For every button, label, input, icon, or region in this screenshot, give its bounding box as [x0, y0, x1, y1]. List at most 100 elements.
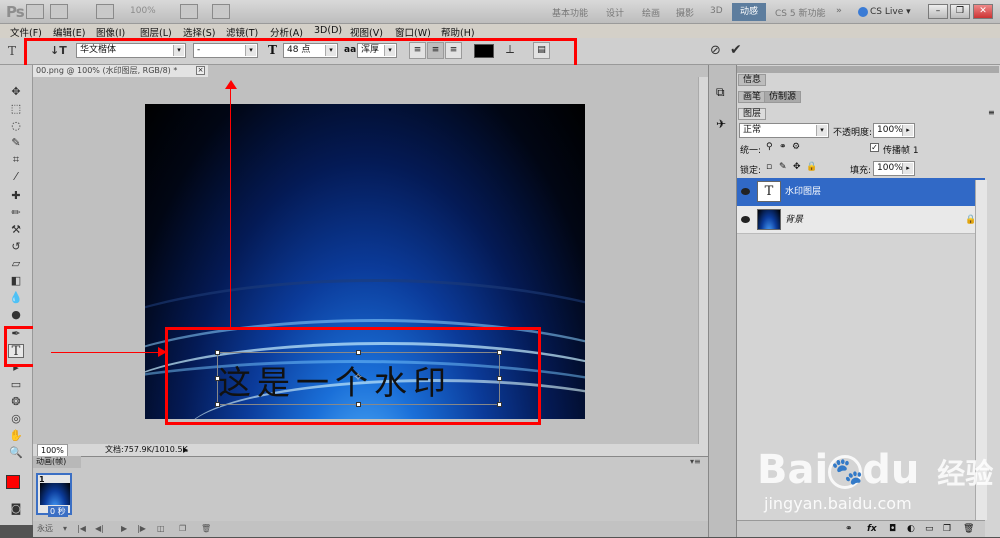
- menu-layer[interactable]: 图层(L): [140, 25, 172, 39]
- menu-edit[interactable]: 编辑(E): [53, 25, 85, 39]
- link-layers-icon[interactable]: ⚭: [845, 521, 853, 538]
- more-workspaces-icon[interactable]: »: [836, 6, 842, 16]
- loop-dropdown-icon[interactable]: ▾: [63, 521, 67, 537]
- tween-icon[interactable]: ◫: [157, 521, 165, 537]
- fill-field[interactable]: 100% ▸: [873, 161, 915, 176]
- workspace-cs5-new[interactable]: CS 5 新功能: [775, 6, 825, 19]
- close-document-icon[interactable]: ×: [196, 66, 205, 75]
- blend-mode-select[interactable]: 正常 ▾: [739, 123, 829, 138]
- duplicate-frame-icon[interactable]: ❐: [179, 521, 186, 537]
- minibridge-icon[interactable]: [50, 4, 68, 19]
- lock-transparent-icon[interactable]: ▫: [766, 162, 772, 172]
- clone-source-tab[interactable]: 仿制源: [764, 91, 802, 103]
- eyedropper-tool-icon[interactable]: ⁄: [8, 170, 24, 184]
- menu-image[interactable]: 图像(I): [96, 25, 125, 39]
- first-frame-icon[interactable]: |◀: [77, 521, 86, 537]
- unify-style-icon[interactable]: ⚙: [792, 142, 800, 152]
- lasso-tool-icon[interactable]: ◌: [8, 119, 24, 133]
- lock-position-icon[interactable]: ✥: [793, 162, 801, 172]
- workspace-painting[interactable]: 绘画: [642, 6, 660, 19]
- workspace-design[interactable]: 设计: [606, 6, 624, 19]
- foreground-color-swatch[interactable]: [6, 475, 20, 489]
- delete-layer-icon[interactable]: 🗑: [963, 521, 974, 538]
- animation-panel-menu-icon[interactable]: ▾≡: [690, 457, 701, 466]
- rectangle-tool-icon[interactable]: ▭: [8, 378, 24, 392]
- menu-filter[interactable]: 滤镜(T): [226, 25, 258, 39]
- layer-name[interactable]: 水印图层: [785, 178, 821, 206]
- doc-info[interactable]: 文档:757.9K/1010.5K: [105, 444, 188, 456]
- document-tab[interactable]: 00.png @ 100% (水印图层, RGB/8) *: [33, 65, 208, 77]
- minimize-button[interactable]: –: [928, 4, 948, 19]
- visibility-eye-icon[interactable]: [741, 188, 750, 195]
- delete-frame-icon[interactable]: 🗑: [201, 521, 211, 537]
- status-menu-arrow-icon[interactable]: ▶: [183, 444, 188, 456]
- blur-tool-icon[interactable]: 💧: [8, 291, 24, 305]
- layer-mask-icon[interactable]: ◘: [889, 521, 896, 538]
- eraser-tool-icon[interactable]: ▱: [8, 257, 24, 271]
- history-panel-icon[interactable]: ⧉: [716, 85, 725, 100]
- layer-row[interactable]: T 水印图层: [737, 178, 985, 206]
- 3d-rotate-tool-icon[interactable]: ❂: [8, 395, 24, 409]
- hand-tool-icon[interactable]: ✋: [8, 429, 24, 443]
- visibility-eye-icon[interactable]: [741, 216, 750, 223]
- tool-preset-icon[interactable]: T: [8, 44, 16, 58]
- unify-visibility-icon[interactable]: ⚭: [779, 142, 787, 152]
- unify-position-icon[interactable]: ⚲: [766, 142, 773, 152]
- next-frame-icon[interactable]: |▶: [137, 521, 146, 537]
- document-vertical-scrollbar[interactable]: [698, 77, 708, 444]
- layer-row[interactable]: 背景 🔒: [737, 206, 985, 234]
- menu-view[interactable]: 视图(V): [350, 25, 383, 39]
- new-group-icon[interactable]: ▭: [925, 521, 934, 538]
- menu-file[interactable]: 文件(F): [10, 25, 42, 39]
- menu-help[interactable]: 帮助(H): [441, 25, 475, 39]
- loop-select[interactable]: 永远: [37, 521, 53, 537]
- menu-window[interactable]: 窗口(W): [395, 25, 431, 39]
- gradient-tool-icon[interactable]: ◧: [8, 274, 24, 288]
- propagate-frame-checkbox[interactable]: ✓: [870, 143, 879, 152]
- play-icon[interactable]: ▶: [121, 521, 127, 537]
- layer-style-icon[interactable]: fx: [867, 521, 877, 538]
- layers-tab[interactable]: 图层: [738, 108, 767, 120]
- prev-frame-icon[interactable]: ◀|: [95, 521, 104, 537]
- frame-delay[interactable]: 0 秒: [48, 506, 68, 517]
- lock-pixels-icon[interactable]: ✎: [779, 162, 787, 172]
- animation-frame[interactable]: 1 0 秒: [36, 473, 72, 517]
- adjustment-layer-icon[interactable]: ◐: [907, 521, 915, 538]
- workspace-3d[interactable]: 3D: [710, 6, 723, 16]
- healing-brush-tool-icon[interactable]: ✚: [8, 189, 24, 203]
- opacity-field[interactable]: 100% ▸: [873, 123, 915, 138]
- workspace-essentials[interactable]: 基本功能: [552, 6, 588, 19]
- restore-button[interactable]: ❐: [950, 4, 970, 19]
- brush-tool-icon[interactable]: ✏: [8, 206, 24, 220]
- marquee-tool-icon[interactable]: ⬚: [8, 102, 24, 116]
- menu-select[interactable]: 选择(S): [183, 25, 215, 39]
- move-tool-icon[interactable]: ✥: [8, 85, 24, 99]
- layers-panel-menu-icon[interactable]: ≡: [988, 108, 995, 117]
- new-layer-icon[interactable]: ❐: [943, 521, 951, 538]
- view-extras-icon[interactable]: [96, 4, 114, 19]
- cs-live-button[interactable]: CS Live ▾: [858, 4, 920, 20]
- cancel-edit-icon[interactable]: ⊘: [710, 43, 721, 58]
- menu-3d[interactable]: 3D(D): [314, 25, 342, 36]
- info-tab[interactable]: 信息: [738, 74, 767, 86]
- close-button[interactable]: ✕: [973, 4, 993, 19]
- clone-stamp-tool-icon[interactable]: ⚒: [8, 223, 24, 237]
- dodge-tool-icon[interactable]: ●: [8, 308, 24, 322]
- layer-name[interactable]: 背景: [785, 206, 803, 234]
- lock-all-icon[interactable]: 🔒: [806, 162, 817, 172]
- brush-tab[interactable]: 画笔: [738, 91, 767, 103]
- zoom-dropdown[interactable]: 100%: [130, 6, 156, 16]
- zoom-tool-icon[interactable]: 🔍: [8, 446, 24, 460]
- quick-select-tool-icon[interactable]: ✎: [8, 136, 24, 150]
- animation-tab[interactable]: 动画(帧): [33, 456, 81, 468]
- actions-panel-icon[interactable]: ✈: [716, 117, 726, 131]
- workspace-motion[interactable]: 动感: [732, 3, 766, 21]
- arrange-documents-icon[interactable]: [180, 4, 198, 19]
- menu-analysis[interactable]: 分析(A): [270, 25, 303, 39]
- commit-edit-icon[interactable]: ✔: [730, 42, 742, 58]
- quick-mask-icon[interactable]: ◙: [8, 502, 24, 516]
- screen-mode-icon[interactable]: [212, 4, 230, 19]
- crop-tool-icon[interactable]: ⌗: [8, 153, 24, 167]
- bridge-icon[interactable]: [26, 4, 44, 19]
- workspace-photography[interactable]: 摄影: [676, 6, 694, 19]
